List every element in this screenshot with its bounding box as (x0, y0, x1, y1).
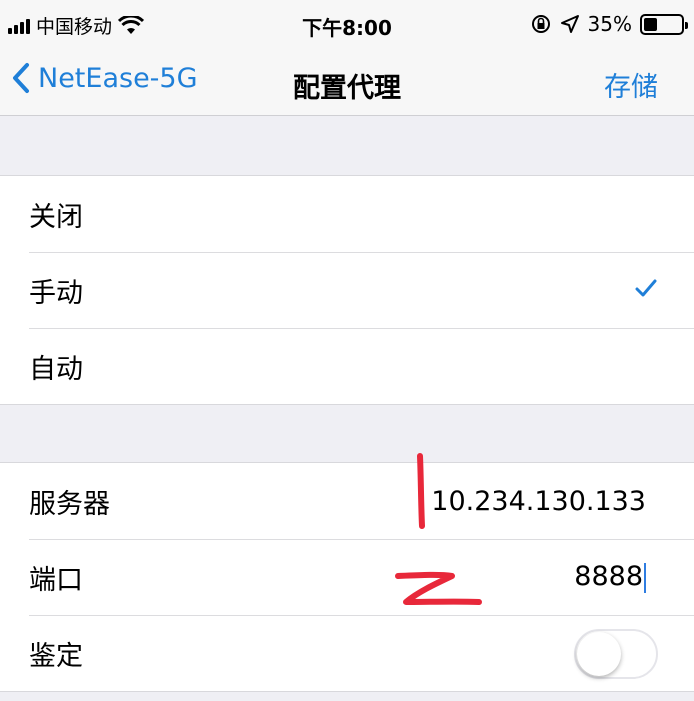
proxy-mode-label: 关闭 (29, 201, 83, 233)
battery-fill (644, 17, 657, 31)
checkmark-icon (635, 279, 657, 297)
port-row[interactable]: 端口 8888 (0, 539, 694, 615)
save-button[interactable]: 存储 (604, 65, 658, 104)
proxy-mode-label: 自动 (29, 353, 83, 385)
port-label: 端口 (29, 564, 83, 596)
nav-bar: NetEase-5G 配置代理 存储 (0, 52, 694, 116)
manual-settings-section: 服务器 10.234.130.133 端口 8888 鉴定 (0, 462, 694, 692)
orientation-lock-icon (531, 15, 550, 33)
port-field[interactable]: 8888 (574, 561, 646, 593)
battery-percent: 35% (587, 12, 632, 36)
text-cursor (644, 562, 646, 593)
proxy-mode-manual[interactable]: 手动 (0, 252, 694, 328)
server-label: 服务器 (29, 488, 110, 520)
proxy-mode-auto[interactable]: 自动 (0, 328, 694, 404)
location-icon (560, 15, 579, 33)
port-value: 8888 (574, 561, 643, 593)
proxy-mode-off[interactable]: 关闭 (0, 176, 694, 252)
toggle-knob (577, 632, 621, 676)
auth-toggle[interactable] (574, 629, 658, 679)
battery-icon (640, 13, 688, 35)
status-bar: 中国移动 下午8:00 35% (0, 0, 694, 52)
status-right: 35% (530, 12, 688, 36)
auth-label: 鉴定 (29, 640, 83, 672)
server-field[interactable]: 10.234.130.133 (431, 486, 646, 517)
proxy-mode-section: 关闭 手动 自动 (0, 175, 694, 405)
auth-row: 鉴定 (0, 615, 694, 691)
server-row[interactable]: 服务器 10.234.130.133 (0, 463, 694, 539)
page-title: 配置代理 (293, 73, 401, 104)
proxy-mode-label: 手动 (29, 277, 83, 309)
